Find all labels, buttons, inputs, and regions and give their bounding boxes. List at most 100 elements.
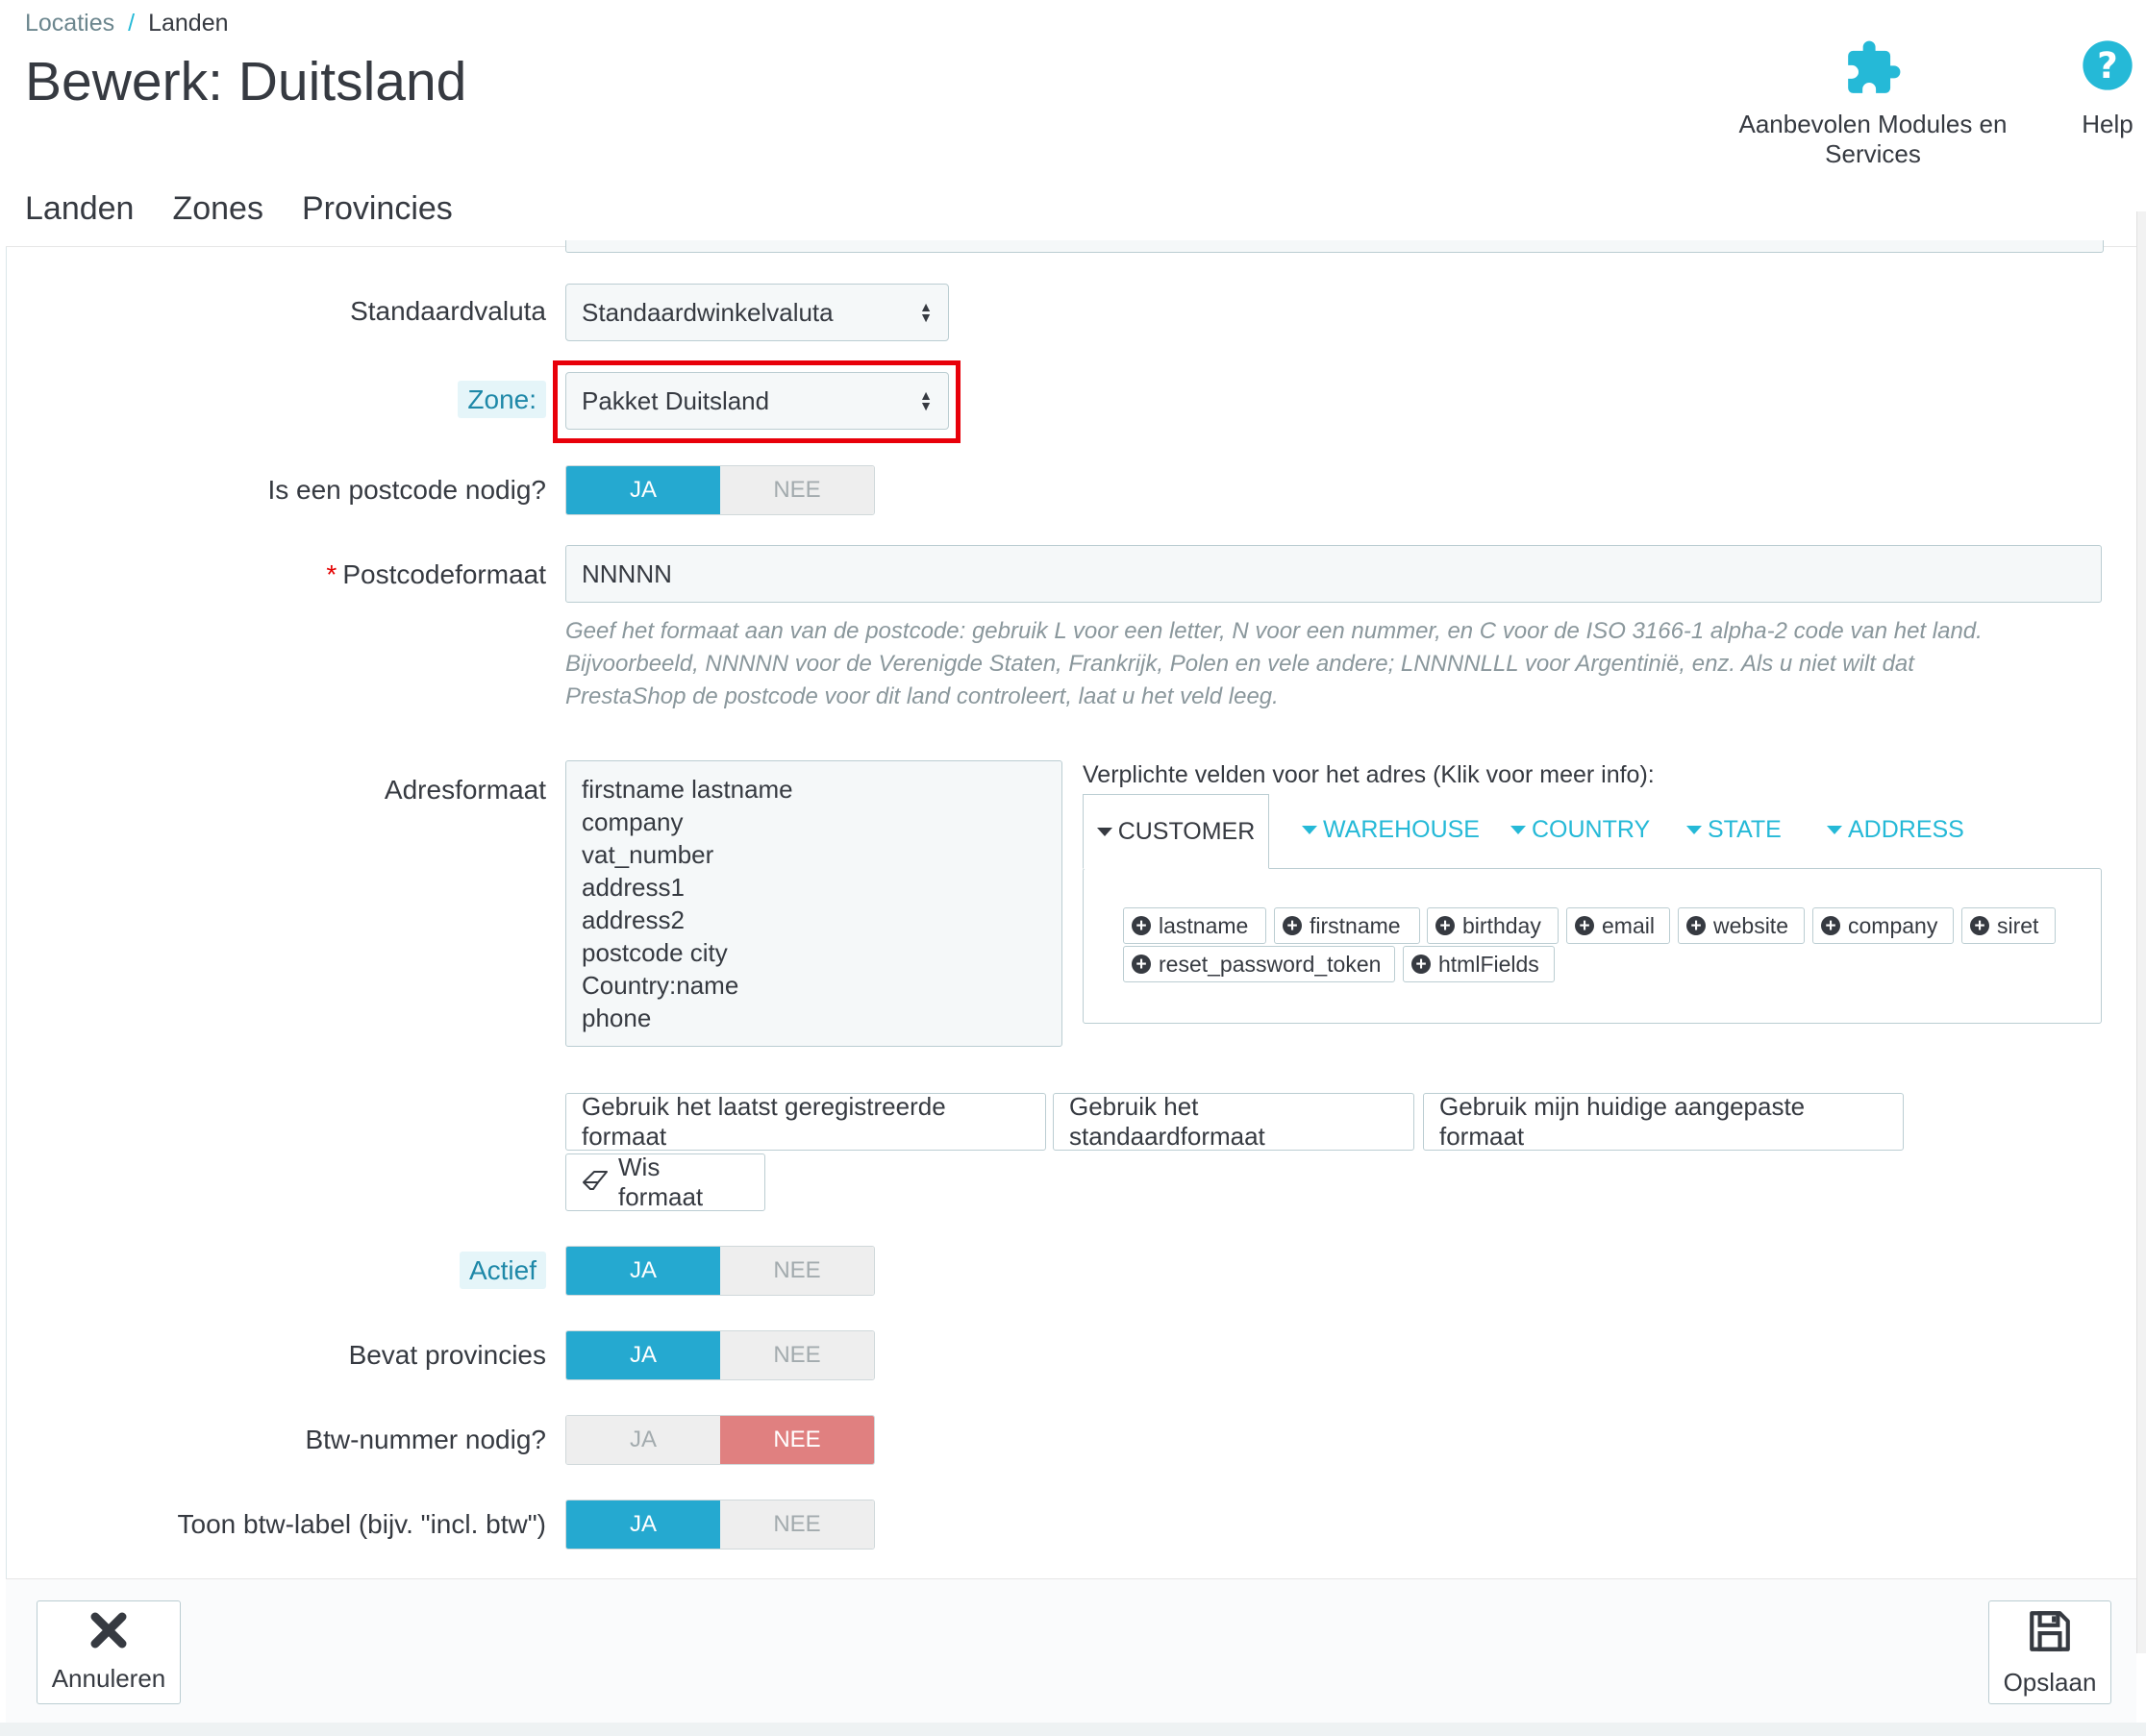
active-switch: JA NEE [565,1246,875,1296]
field-chip-company[interactable]: + company [1812,907,1954,944]
has-states-no[interactable]: NEE [720,1331,874,1379]
active-yes[interactable]: JA [566,1247,720,1295]
use-last-format-button[interactable]: Gebruik het laatst geregistreerde formaa… [565,1092,1046,1151]
plus-circle-icon: + [1575,916,1594,935]
address-format-line: address2 [582,905,685,934]
zip-format-value: NNNNN [582,558,672,588]
page-title: Bewerk: Duitsland [25,51,467,112]
form-footer [6,1578,2136,1724]
active-no[interactable]: NEE [720,1247,874,1295]
address-format-textarea[interactable]: firstname lastname company vat_number ad… [565,760,1062,1047]
field-chip-label: email [1602,912,1655,938]
has-states-switch: JA NEE [565,1330,875,1380]
fields-tab-label: WAREHOUSE [1323,816,1480,843]
zip-format-help-line: PrestaShop de postcode voor dit land con… [565,683,1279,709]
caret-down-icon [1302,826,1317,834]
plus-circle-icon: + [1132,916,1151,935]
page-tabs: Landen Zones Provincies [6,183,472,251]
scrollbar[interactable] [2136,211,2146,1653]
field-chip-label: lastname [1159,912,1249,938]
zone-label: Zone: [8,381,546,418]
zone-select[interactable]: Pakket Duitsland ▲ ▼ [565,372,949,430]
select-arrows-icon: ▲ ▼ [919,387,933,413]
has-states-yes[interactable]: JA [566,1331,720,1379]
breadcrumb-current: Landen [148,10,229,37]
zip-format-help: Geef het formaat aan van de postcode: ge… [565,615,2104,713]
address-format-line: company [582,807,684,836]
caret-down-icon [1686,826,1702,834]
required-mark: * [326,559,337,589]
show-vat-label-label: Toon btw-label (bijv. "incl. btw") [177,1509,547,1539]
zip-format-input[interactable]: NNNNN [565,545,2102,603]
clear-format-button[interactable]: Wis formaat [565,1153,765,1211]
fields-tab-label: COUNTRY [1532,816,1651,843]
zip-format-help-line: Bijvoorbeeld, NNNNN voor de Verenigde St… [565,651,1914,677]
vat-required-no[interactable]: NEE [720,1416,874,1464]
field-chip-birthday[interactable]: + birthday [1427,907,1559,944]
fields-tab-label: ADDRESS [1848,816,1964,843]
field-chip-siret[interactable]: + siret [1961,907,2056,944]
plus-circle-icon: + [1283,916,1302,935]
zip-required-yes[interactable]: JA [566,466,720,514]
floppy-disk-icon [2026,1607,2074,1662]
field-chip-reset-password-token[interactable]: + reset_password_token [1123,946,1395,982]
help-label: Help [2082,110,2134,138]
show-vat-label-yes[interactable]: JA [566,1500,720,1549]
plus-circle-icon: + [1132,955,1151,974]
plus-circle-icon: + [1411,955,1431,974]
field-chip-label: website [1713,912,1788,938]
address-format-line: address1 [582,873,685,902]
breadcrumb-parent-link[interactable]: Locaties [25,10,114,37]
vat-required-yes[interactable]: JA [566,1416,720,1464]
field-chip-label: company [1848,912,1938,938]
address-format-label: Adresformaat [384,775,546,805]
vat-required-label: Btw-nummer nodig? [305,1425,546,1454]
field-chip-website[interactable]: + website [1678,907,1805,944]
field-chip-lastname[interactable]: + lastname [1123,907,1266,944]
zip-format-label-text: Postcodeformaat [342,559,546,589]
caret-down-icon [1096,827,1112,836]
zone-select-value: Pakket Duitsland [582,385,770,415]
field-chip-label: siret [1997,912,2039,938]
tab-zones[interactable]: Zones [153,183,283,246]
eraser-icon [582,1168,609,1198]
address-format-line: vat_number [582,840,714,869]
fields-tab-country[interactable]: COUNTRY [1510,816,1650,844]
field-chip-label: htmlFields [1438,951,1539,977]
field-chip-htmlfields[interactable]: + htmlFields [1403,946,1555,982]
use-default-format-button[interactable]: Gebruik het standaardformaat [1053,1092,1414,1151]
help-circle-icon: ? [2077,38,2138,98]
use-current-format-button[interactable]: Gebruik mijn huidige aangepaste formaat [1423,1092,1904,1151]
show-vat-label-switch: JA NEE [565,1500,875,1550]
vat-required-switch: JA NEE [565,1415,875,1465]
cancel-button[interactable]: Annuleren [37,1600,181,1704]
has-states-label: Bevat provincies [348,1340,546,1370]
fields-tab-warehouse[interactable]: WAREHOUSE [1302,816,1480,844]
bottom-bar [0,1723,2146,1736]
zip-required-label: Is een postcode nodig? [267,475,546,505]
help-button[interactable]: ? Help [2077,38,2138,139]
currency-select-value: Standaardwinkelvaluta [582,297,834,327]
address-format-line: phone [582,1004,652,1032]
address-format-line: Country:name [582,971,739,1000]
zip-format-label: * Postcodeformaat [8,559,546,590]
zone-label-text: Zone: [458,381,546,418]
select-arrows-icon: ▲ ▼ [919,299,933,325]
recommended-modules-button[interactable]: Aanbevolen Modules en Services [1692,38,2054,169]
zip-required-no[interactable]: NEE [720,466,874,514]
field-chip-firstname[interactable]: + firstname [1274,907,1420,944]
zip-format-help-line: Geef het formaat aan van de postcode: ge… [565,618,1983,644]
fields-tab-customer[interactable]: CUSTOMER [1083,794,1269,869]
show-vat-label-no[interactable]: NEE [720,1500,874,1549]
address-format-line: firstname lastname [582,775,793,804]
tab-landen[interactable]: Landen [6,183,154,251]
currency-label: Standaardvaluta [350,296,546,326]
currency-select[interactable]: Standaardwinkelvaluta ▲ ▼ [565,284,949,341]
save-button[interactable]: Opslaan [1988,1600,2111,1704]
breadcrumb-separator: / [128,10,136,37]
fields-tab-address[interactable]: ADDRESS [1827,816,1964,844]
fields-tab-state[interactable]: STATE [1686,816,1782,844]
field-chip-email[interactable]: + email [1566,907,1670,944]
cancel-label: Annuleren [51,1664,166,1693]
tab-provincies[interactable]: Provincies [283,183,472,246]
